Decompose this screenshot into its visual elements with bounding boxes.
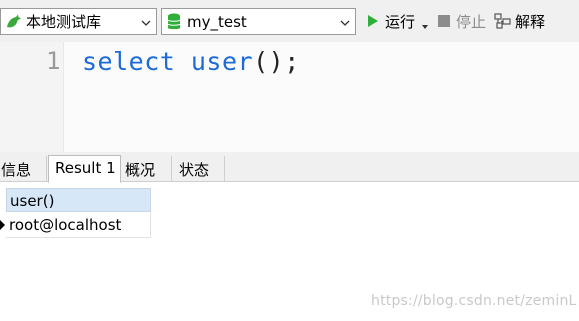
tab-profile[interactable]: 概况 xyxy=(122,156,172,182)
current-row-indicator-icon xyxy=(0,220,5,230)
stop-button[interactable]: 停止 xyxy=(438,10,486,32)
stop-icon xyxy=(438,15,450,27)
tab-info[interactable]: 信息 xyxy=(0,156,47,182)
connection-label: 本地测试库 xyxy=(26,13,102,31)
database-label: my_test xyxy=(187,12,247,31)
dolphin-icon xyxy=(5,13,23,31)
database-select[interactable]: my_test xyxy=(161,8,356,35)
run-button[interactable]: 运行 xyxy=(366,10,429,32)
code-punctuation: (); xyxy=(253,47,300,76)
sql-function-user: user xyxy=(190,47,254,76)
database-icon xyxy=(167,13,181,31)
line-number-gutter: 1 xyxy=(0,42,64,152)
code-line[interactable]: select user(); xyxy=(82,47,300,76)
sql-keyword-select: select xyxy=(82,47,176,76)
tab-status[interactable]: 状态 xyxy=(172,156,225,182)
result-tabs: 信息 Result 1 概况 状态 xyxy=(0,152,579,183)
sql-editor[interactable]: 1 select user(); xyxy=(0,42,579,152)
chevron-down-icon xyxy=(141,16,151,26)
explain-button[interactable]: 解释 xyxy=(494,10,545,32)
tab-result-1[interactable]: Result 1 xyxy=(48,155,121,183)
connection-select[interactable]: 本地测试库 xyxy=(0,8,157,35)
run-label: 运行 xyxy=(385,12,416,31)
explain-icon xyxy=(494,12,512,30)
stop-label: 停止 xyxy=(456,12,487,31)
line-number: 1 xyxy=(46,47,61,75)
chevron-down-icon xyxy=(340,16,350,26)
explain-label: 解释 xyxy=(515,12,546,31)
column-header-user[interactable]: user() xyxy=(6,188,151,212)
query-toolbar: 本地测试库 my_test 运行 停止 解释 xyxy=(0,0,579,42)
caret-down-icon[interactable] xyxy=(421,17,429,29)
play-icon xyxy=(366,14,380,28)
watermark: https://blog.csdn.net/zeminL xyxy=(371,293,577,309)
table-cell[interactable]: root@localhost xyxy=(6,213,151,238)
